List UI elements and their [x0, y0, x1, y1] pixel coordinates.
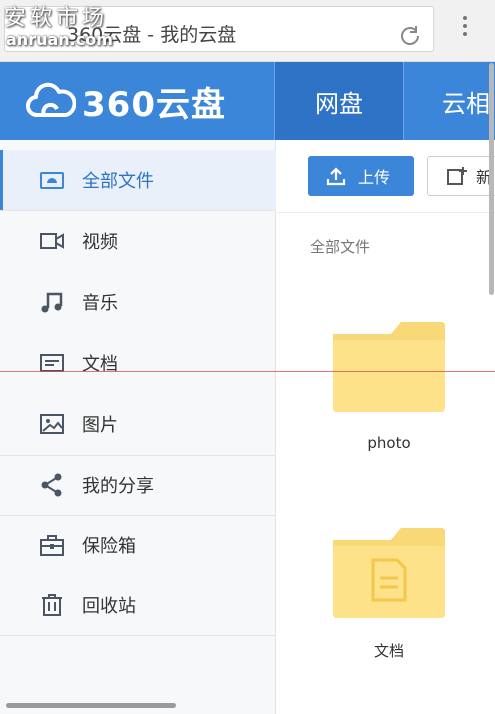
- all-files-icon: [40, 172, 64, 189]
- document-icon: [40, 354, 64, 372]
- app-header: 360云盘 网盘 云相: [0, 62, 495, 140]
- sidebar-item-music[interactable]: 音乐: [0, 272, 276, 332]
- image-icon: [40, 414, 64, 434]
- sidebar-item-all-files[interactable]: 全部文件: [0, 150, 276, 210]
- sidebar-item-label: 图片: [82, 415, 118, 436]
- sidebar-divider: [0, 635, 276, 636]
- document-folder-icon: [333, 528, 445, 618]
- new-folder-icon: [447, 167, 467, 185]
- new-folder-button[interactable]: 新: [427, 156, 495, 196]
- sidebar-item-label: 保险箱: [82, 536, 136, 557]
- sidebar-item-label: 我的分享: [82, 476, 154, 497]
- watermark-url: anruan.com: [6, 30, 113, 49]
- file-area: 上传 新 全部文件 photo 文档: [277, 140, 495, 714]
- file-name: photo: [367, 434, 411, 452]
- toolbar-divider: [277, 212, 495, 213]
- watermark-text: 安软市场: [4, 6, 109, 31]
- sidebar-item-my-shares[interactable]: 我的分享: [0, 455, 276, 515]
- video-icon: [40, 233, 64, 249]
- vertical-scrollbar[interactable]: [489, 63, 494, 295]
- refresh-icon[interactable]: [397, 23, 423, 49]
- sidebar-item-label: 全部文件: [82, 171, 154, 192]
- sidebar-item-recycle-bin[interactable]: 回收站: [0, 575, 276, 635]
- breadcrumb: 全部文件: [310, 238, 371, 256]
- sidebar-item-label: 视频: [82, 232, 118, 253]
- upload-icon: [326, 167, 346, 186]
- sidebar-item-documents[interactable]: 文档: [0, 333, 276, 393]
- overflow-menu-icon[interactable]: [455, 12, 475, 46]
- share-icon: [41, 473, 62, 497]
- sidebar-item-label: 文档: [82, 354, 118, 375]
- file-item-photo[interactable]: photo: [331, 320, 447, 452]
- music-icon: [41, 292, 63, 313]
- upload-label: 上传: [358, 168, 391, 187]
- cloud-logo-icon: [26, 82, 76, 118]
- file-name: 文档: [373, 642, 404, 660]
- tab-netdisk[interactable]: 网盘: [275, 62, 403, 140]
- sidebar-item-video[interactable]: 视频: [0, 211, 276, 271]
- sidebar: 全部文件 视频 音乐 文档 图片 我的分享 保险箱 回收站: [0, 140, 276, 714]
- sidebar-item-images[interactable]: 图片: [0, 394, 276, 454]
- trash-icon: [42, 594, 62, 616]
- tab-cloud-album[interactable]: 云相: [404, 62, 495, 140]
- logo-text: 360云盘: [82, 84, 226, 125]
- sidebar-item-label: 回收站: [82, 596, 136, 617]
- sidebar-item-safe-box[interactable]: 保险箱: [0, 515, 276, 575]
- folder-icon: [333, 322, 445, 412]
- upload-button[interactable]: 上传: [308, 156, 414, 196]
- horizontal-scrollbar[interactable]: [6, 703, 176, 708]
- file-item-documents[interactable]: 文档: [331, 526, 447, 660]
- overlay-guide-line: [0, 371, 495, 372]
- safe-icon: [40, 535, 64, 556]
- sidebar-item-label: 音乐: [82, 293, 118, 314]
- app-logo[interactable]: 360云盘: [26, 76, 226, 126]
